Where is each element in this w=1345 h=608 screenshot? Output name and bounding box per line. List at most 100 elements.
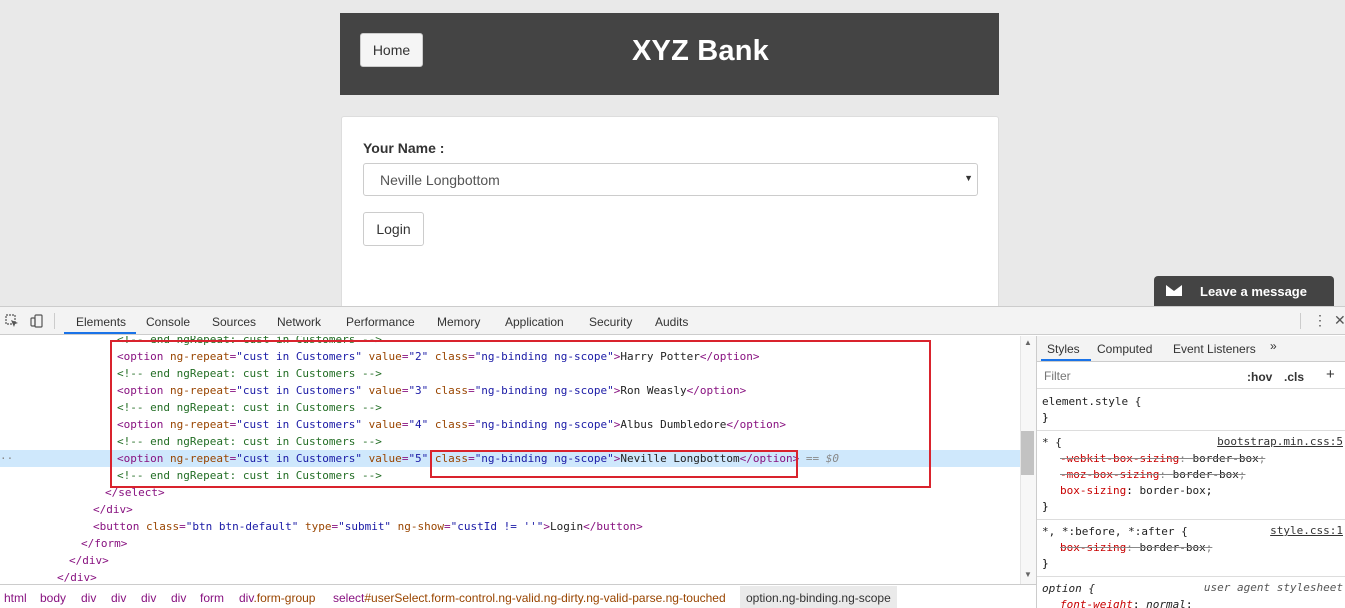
- property-semicolon: ;: [1205, 541, 1213, 554]
- leave-message-button[interactable]: Leave a message: [1154, 276, 1334, 306]
- rule-before-after: *, *:before, *:after { style.css:1 box-s…: [1037, 520, 1345, 577]
- scrollbar-thumb[interactable]: [1021, 431, 1034, 475]
- tag-close: </div>: [69, 554, 109, 567]
- tab-performance[interactable]: Performance: [346, 315, 415, 329]
- styles-filter-input[interactable]: [1041, 367, 1237, 385]
- tab-memory[interactable]: Memory: [437, 315, 480, 329]
- property-colon: :: [1179, 452, 1193, 465]
- styles-tab-1[interactable]: Computed: [1097, 342, 1152, 356]
- styles-tab-indicator: [1041, 359, 1091, 361]
- style-property[interactable]: -moz-box-sizing: border-box;: [1042, 467, 1341, 483]
- tag-open: <button: [93, 520, 140, 533]
- breadcrumb-tag: div: [111, 591, 127, 605]
- breadcrumb-item[interactable]: div: [111, 591, 126, 605]
- leave-message-label: Leave a message: [1200, 284, 1307, 299]
- style-property[interactable]: -webkit-box-sizing: border-box;: [1042, 451, 1341, 467]
- selected-row-dots: ··: [0, 452, 14, 465]
- toolbar-divider-right: [1300, 313, 1301, 329]
- code-line[interactable]: </div>: [0, 552, 1020, 569]
- tab-audits[interactable]: Audits: [655, 315, 688, 329]
- attr-value: "submit": [338, 520, 392, 533]
- rule-properties: -webkit-box-sizing: border-box; -moz-box-…: [1042, 451, 1341, 499]
- breadcrumb-item[interactable]: option.ng-binding.ng-scope: [740, 586, 897, 608]
- rule-option: option { user agent stylesheet font-weig…: [1037, 577, 1345, 608]
- breadcrumb-item[interactable]: form: [200, 591, 224, 605]
- style-property[interactable]: font-weight: normal;: [1042, 597, 1341, 608]
- dom-breadcrumb: html body div div div div form div.form-group se…: [0, 584, 1036, 608]
- code-line[interactable]: </div>: [0, 569, 1020, 584]
- style-property[interactable]: box-sizing: border-box;: [1042, 540, 1341, 556]
- breadcrumb-item[interactable]: div: [171, 591, 186, 605]
- customer-select[interactable]: Neville Longbottom ▼: [363, 163, 978, 196]
- hov-toggle[interactable]: :hov: [1247, 370, 1272, 384]
- devtools-toolbar: Elements Console Sources Network Performance…: [0, 307, 1345, 335]
- tab-security[interactable]: Security: [589, 315, 632, 329]
- property-value: border-box: [1139, 484, 1206, 497]
- code-line[interactable]: </form>: [0, 535, 1020, 552]
- tab-application[interactable]: Application: [505, 315, 564, 329]
- highlight-box-selected: [430, 450, 798, 478]
- new-rule-icon[interactable]: +: [1326, 366, 1335, 383]
- styles-pane: Styles Computed Event Listeners » :hov .cls…: [1036, 336, 1345, 608]
- scroll-up-icon[interactable]: ▲: [1024, 338, 1032, 347]
- rule-properties: box-sizing: border-box;: [1042, 540, 1341, 556]
- code-line[interactable]: <button class="btn btn-default" type="su…: [0, 518, 1020, 535]
- breadcrumb-tag: select: [333, 591, 365, 605]
- rule-source-link[interactable]: bootstrap.min.css:5: [1217, 435, 1343, 448]
- login-button[interactable]: Login: [363, 212, 424, 246]
- styles-tab-3[interactable]: »: [1270, 339, 1277, 353]
- breadcrumb-item[interactable]: html: [4, 591, 27, 605]
- property-value: border-box: [1172, 468, 1239, 481]
- code-line[interactable]: </div>: [0, 501, 1020, 518]
- breadcrumb-item[interactable]: div: [81, 591, 96, 605]
- property-name: -moz-box-sizing: [1060, 468, 1160, 481]
- rule-close: }: [1042, 500, 1049, 513]
- tag-close: </button>: [583, 520, 643, 533]
- styles-tab-2[interactable]: Event Listeners: [1173, 342, 1256, 356]
- customer-select-value: Neville Longbottom: [380, 172, 500, 188]
- breadcrumb-item[interactable]: div: [141, 591, 156, 605]
- envelope-icon: [1166, 285, 1182, 296]
- tab-elements[interactable]: Elements: [76, 315, 126, 329]
- devtools-panel: Elements Console Sources Network Performance…: [0, 306, 1345, 608]
- attr-name: class: [139, 520, 180, 533]
- active-tab-indicator: [64, 332, 136, 334]
- breadcrumb-item[interactable]: select#userSelect.form-control.ng-valid.…: [333, 591, 726, 605]
- styles-tabs: Styles Computed Event Listeners »: [1037, 336, 1345, 362]
- breadcrumb-item[interactable]: div.form-group: [239, 591, 315, 605]
- attr-name: type: [298, 520, 332, 533]
- inspect-element-icon[interactable]: [5, 314, 19, 328]
- property-value: normal: [1146, 598, 1186, 608]
- rule-source-link[interactable]: style.css:1: [1270, 524, 1343, 537]
- property-semicolon: ;: [1238, 468, 1246, 481]
- styles-tab-0[interactable]: Styles: [1047, 342, 1080, 356]
- cls-toggle[interactable]: .cls: [1284, 370, 1304, 384]
- more-options-icon[interactable]: ⋮: [1313, 312, 1327, 329]
- property-colon: :: [1126, 541, 1140, 554]
- rule-selector: element.style {: [1042, 395, 1142, 408]
- tab-sources[interactable]: Sources: [212, 315, 256, 329]
- button-text: Login: [550, 520, 584, 533]
- style-property[interactable]: box-sizing: border-box;: [1042, 483, 1341, 499]
- breadcrumb-tag: div: [81, 591, 97, 605]
- breadcrumb-tag: body: [40, 591, 67, 605]
- breadcrumb-item[interactable]: body: [40, 591, 66, 605]
- breadcrumb-tag: option: [746, 591, 779, 605]
- breadcrumb-tag: form: [200, 591, 224, 605]
- breadcrumb-tag: div: [141, 591, 157, 605]
- styles-filter-bar: :hov .cls +: [1037, 363, 1345, 389]
- device-toolbar-icon[interactable]: [30, 314, 44, 328]
- property-value: border-box: [1139, 541, 1206, 554]
- close-icon[interactable]: ✕: [1334, 312, 1345, 329]
- property-name: -webkit-box-sizing: [1060, 452, 1180, 465]
- tab-console[interactable]: Console: [146, 315, 190, 329]
- property-semicolon: ;: [1205, 484, 1213, 497]
- breadcrumb-class: .form-group: [253, 591, 316, 605]
- attr-name: ng-show: [391, 520, 445, 533]
- your-name-label: Your Name :: [363, 140, 445, 156]
- tab-network[interactable]: Network: [277, 315, 321, 329]
- scroll-down-icon[interactable]: ▼: [1024, 570, 1032, 579]
- property-colon: :: [1159, 468, 1173, 481]
- bank-header: Home XYZ Bank: [340, 13, 999, 95]
- attr-value: "custId != ''": [450, 520, 544, 533]
